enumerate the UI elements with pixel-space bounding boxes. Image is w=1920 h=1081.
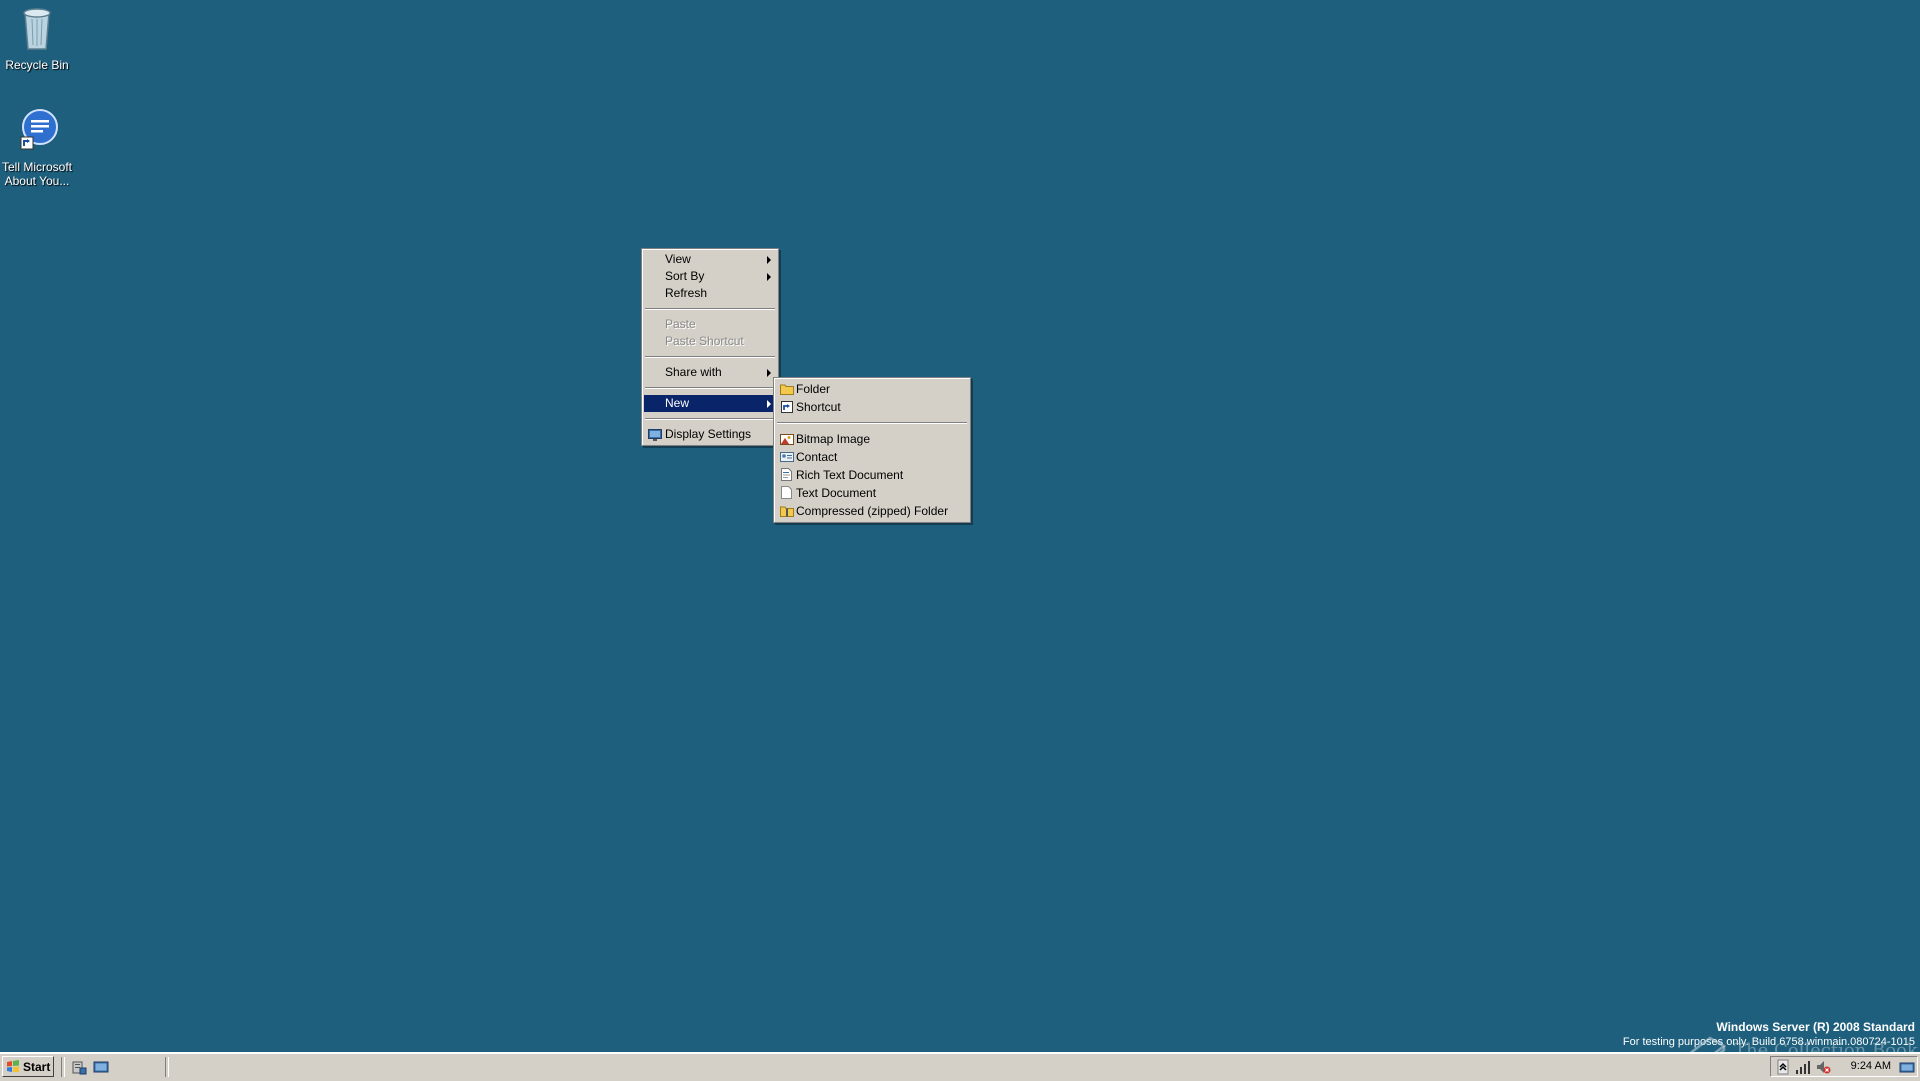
bitmap-icon <box>779 431 794 446</box>
submenu-item-compressed-folder[interactable]: Compressed (zipped) Folder <box>776 502 968 520</box>
menu-item-label: Paste Shortcut <box>665 334 744 348</box>
desktop-context-menu: View Sort By Refresh Paste Paste Shortcu… <box>641 248 779 446</box>
menu-item-label: Sort By <box>665 269 705 283</box>
os-watermark: Windows Server (R) 2008 Standard For tes… <box>1623 1020 1915 1050</box>
submenu-arrow-icon <box>767 369 771 377</box>
contact-icon <box>779 449 794 464</box>
zip-folder-icon <box>779 503 794 518</box>
menu-item-label: View <box>665 252 691 266</box>
taskbar-divider <box>61 1057 65 1077</box>
menu-item-display-settings[interactable]: Display Settings <box>644 426 776 443</box>
system-tray: 9:24 AM <box>1770 1056 1918 1077</box>
text-document-icon <box>779 485 794 500</box>
menu-item-share-with[interactable]: Share with <box>644 364 776 381</box>
menu-item-label: Folder <box>796 382 831 396</box>
desktop-icon-recycle-bin[interactable]: Recycle Bin <box>0 3 77 72</box>
desktop-icon-label: Recycle Bin <box>5 58 69 72</box>
menu-item-label: Shortcut <box>796 400 841 414</box>
menu-item-label: Text Document <box>796 486 877 500</box>
menu-item-sort-by[interactable]: Sort By <box>644 268 776 285</box>
taskbar: Start 9:24 AM <box>0 1052 1920 1081</box>
volume-muted-icon[interactable] <box>1815 1059 1831 1075</box>
menu-item-label: Share with <box>665 365 722 379</box>
menu-item-paste-shortcut: Paste Shortcut <box>644 333 776 350</box>
menu-separator <box>645 387 775 389</box>
taskbar-clock[interactable]: 9:24 AM <box>1851 1060 1891 1072</box>
menu-item-label: Compressed (zipped) Folder <box>796 504 949 518</box>
submenu-arrow-icon <box>767 273 771 281</box>
menu-item-label: Display Settings <box>665 427 752 441</box>
desktop-icon-tell-microsoft[interactable]: Tell Microsoft About You... <box>0 107 77 188</box>
menu-item-label: Paste <box>665 317 696 331</box>
submenu-item-folder[interactable]: Folder <box>776 380 968 398</box>
feedback-icon <box>20 109 58 150</box>
display-settings-icon <box>647 427 662 442</box>
menu-item-view[interactable]: View <box>644 251 776 268</box>
menu-item-label: New <box>665 396 690 410</box>
watermark-title: Windows Server (R) 2008 Standard <box>1716 1020 1915 1034</box>
submenu-item-shortcut[interactable]: Shortcut <box>776 398 968 416</box>
menu-separator <box>645 356 775 358</box>
network-icon[interactable] <box>1795 1059 1811 1075</box>
menu-item-refresh[interactable]: Refresh <box>644 285 776 302</box>
server-manager-icon[interactable] <box>71 1059 87 1075</box>
submenu-item-rich-text-document[interactable]: Rich Text Document <box>776 466 968 484</box>
menu-separator <box>645 308 775 310</box>
show-desktop-tray-icon[interactable] <box>1899 1059 1915 1075</box>
desktop-icon-label: Tell Microsoft About You... <box>1 160 72 188</box>
rtf-document-icon <box>779 467 794 482</box>
menu-separator <box>645 418 775 420</box>
show-desktop-icon[interactable] <box>93 1059 109 1075</box>
watermark-subtitle: For testing purposes only. Build 6758.wi… <box>1622 1036 1915 1048</box>
menu-item-label: Contact <box>796 450 838 464</box>
submenu-item-text-document[interactable]: Text Document <box>776 484 968 502</box>
start-label: Start <box>23 1059 51 1074</box>
new-submenu: Folder Shortcut Bitmap Image Contact Ric… <box>773 377 971 523</box>
menu-item-new[interactable]: New <box>644 395 776 412</box>
tray-expand-icon[interactable] <box>1775 1059 1791 1075</box>
menu-item-label: Rich Text Document <box>796 468 904 482</box>
menu-item-paste: Paste <box>644 316 776 333</box>
taskbar-divider <box>165 1057 169 1077</box>
folder-icon <box>779 381 794 396</box>
menu-item-label: Bitmap Image <box>796 432 871 446</box>
submenu-item-bitmap-image[interactable]: Bitmap Image <box>776 430 968 448</box>
submenu-arrow-icon <box>767 400 771 408</box>
recycle-bin-icon <box>23 8 51 50</box>
windows-flag-icon <box>7 1060 19 1072</box>
shortcut-icon <box>779 399 794 414</box>
menu-separator <box>777 422 967 424</box>
submenu-arrow-icon <box>767 256 771 264</box>
start-button[interactable]: Start <box>2 1056 54 1077</box>
menu-item-label: Refresh <box>665 286 708 300</box>
submenu-item-contact[interactable]: Contact <box>776 448 968 466</box>
